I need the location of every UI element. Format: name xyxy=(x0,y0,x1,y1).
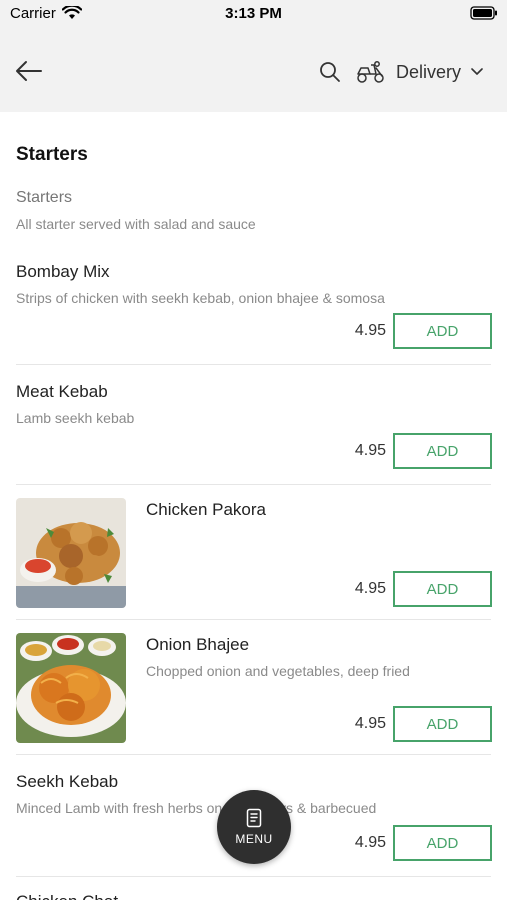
item-price: 4.95 xyxy=(354,322,386,339)
battery-icon xyxy=(470,6,498,25)
category-description: All starter served with salad and sauce xyxy=(16,216,256,232)
chevron-down-icon xyxy=(471,68,483,75)
item-name: Bombay Mix xyxy=(16,262,110,281)
back-button[interactable] xyxy=(12,55,46,87)
item-name: Chicken Chat xyxy=(16,892,118,900)
delivery-label: Delivery xyxy=(396,61,462,82)
item-image-chicken-pakora xyxy=(16,498,126,608)
add-button[interactable]: ADD xyxy=(393,706,492,742)
menu-button-label: MENU xyxy=(235,832,273,846)
item-price: 4.95 xyxy=(354,580,386,597)
divider xyxy=(16,619,491,620)
item-name: Seekh Kebab xyxy=(16,772,119,791)
item-description: Lamb seekh kebab xyxy=(16,410,135,426)
search-icon xyxy=(320,62,340,82)
item-name: Meat Kebab xyxy=(16,382,108,401)
menu-content: Starters Starters All starter served wit… xyxy=(0,112,507,900)
divider xyxy=(16,364,491,365)
menu-item-chicken-chat: Chicken Chat xyxy=(0,890,507,900)
item-price: 4.95 xyxy=(354,442,386,459)
item-name: Onion Bhajee xyxy=(146,635,250,654)
add-button[interactable]: ADD xyxy=(393,571,492,607)
item-description: Minced Lamb with fresh herbs on to skewe… xyxy=(16,800,377,816)
add-button[interactable]: ADD xyxy=(393,825,492,861)
app-header: Delivery xyxy=(0,30,507,112)
category-name: Starters xyxy=(16,189,73,206)
item-description: Strips of chicken with seekh kebab, onio… xyxy=(16,290,385,306)
menu-item-onion-bhajee: Onion Bhajee Chopped onion and vegetable… xyxy=(0,633,507,755)
menu-item-meat-kebab: Meat Kebab Lamb seekh kebab 4.95 ADD xyxy=(0,380,507,486)
menu-book-icon xyxy=(246,808,262,828)
menu-button[interactable]: MENU xyxy=(217,790,291,864)
add-button[interactable]: ADD xyxy=(393,433,492,469)
divider xyxy=(16,484,491,485)
section-title: Starters xyxy=(16,144,88,165)
delivery-selector[interactable]: Delivery xyxy=(356,56,483,88)
status-bar: Carrier 3:13 PM xyxy=(0,0,507,30)
item-price: 4.95 xyxy=(354,715,386,732)
divider xyxy=(16,754,491,755)
back-arrow-icon xyxy=(16,61,42,81)
status-time: 3:13 PM xyxy=(225,5,282,22)
divider xyxy=(16,876,491,877)
item-name: Chicken Pakora xyxy=(146,500,267,519)
menu-item-bombay-mix: Bombay Mix Strips of chicken with seekh … xyxy=(0,260,507,366)
item-price: 4.95 xyxy=(354,834,386,851)
add-button[interactable]: ADD xyxy=(393,313,492,349)
scooter-icon xyxy=(357,61,384,83)
item-description: Chopped onion and vegetables, deep fried xyxy=(146,663,410,679)
menu-item-chicken-pakora: Chicken Pakora 4.95 ADD xyxy=(0,498,507,620)
search-button[interactable] xyxy=(316,58,344,86)
item-image-onion-bhajee xyxy=(16,633,126,743)
